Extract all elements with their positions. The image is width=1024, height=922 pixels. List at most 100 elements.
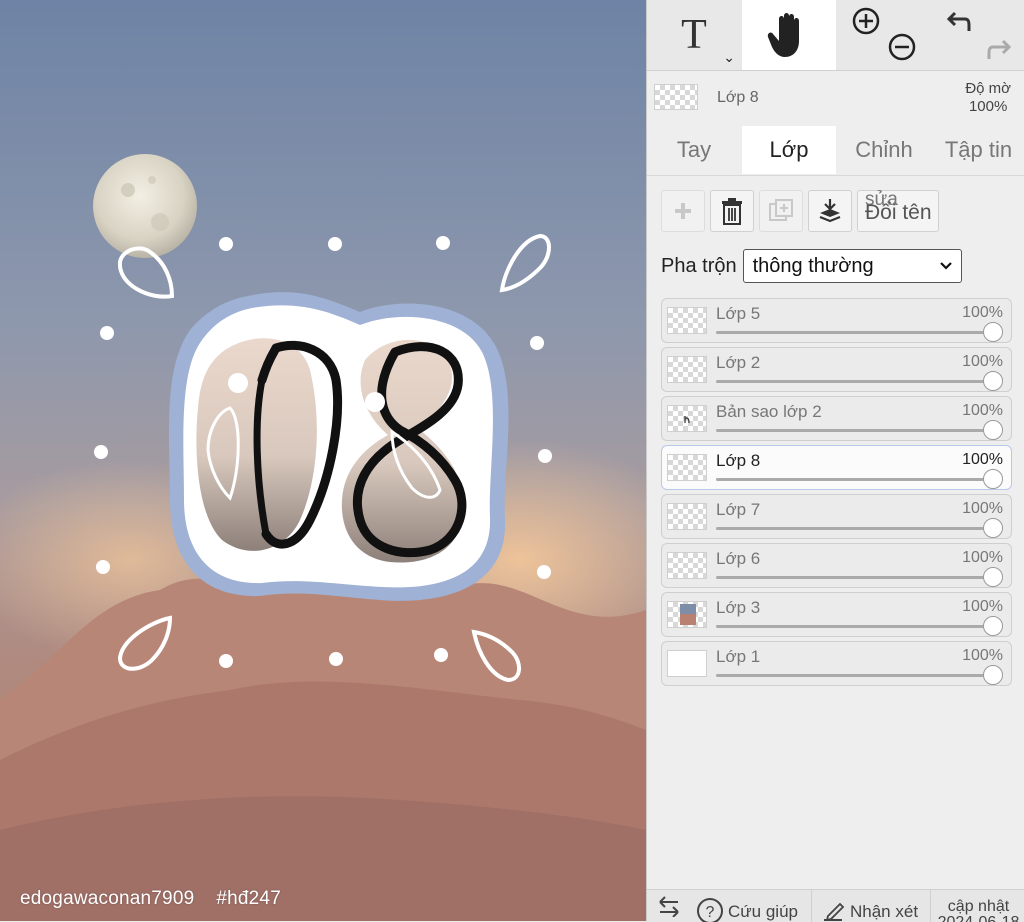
opacity-slider-track[interactable] (716, 380, 993, 383)
comment-button[interactable]: Nhận xét (811, 890, 930, 922)
layers-panel: sửa Đổi tên Pha trộn thông thường Lớp 5 … (647, 175, 1024, 890)
opacity-slider-handle[interactable] (983, 420, 1003, 440)
zoom-out-icon[interactable] (888, 33, 916, 61)
layer-name: Lớp 5 (716, 304, 761, 323)
merge-down-button[interactable] (808, 190, 852, 232)
layer-name: Lớp 2 (716, 353, 761, 372)
layer-row-selected[interactable]: Lớp 8 100% (661, 445, 1012, 490)
help-button[interactable]: ? Cứu giúp (692, 890, 810, 922)
thumbnail-mark (684, 416, 690, 424)
hand-tool-button[interactable] (742, 0, 836, 70)
zoom-in-icon[interactable] (852, 7, 880, 35)
layer-thumbnail (667, 454, 707, 481)
canvas-artwork (0, 0, 646, 921)
text-tool-button[interactable]: T ⌄ (647, 0, 741, 70)
layer-row[interactable]: Lớp 1 100% (661, 641, 1012, 686)
undo-icon[interactable] (946, 11, 970, 31)
tab-layers[interactable]: Lớp (742, 126, 836, 174)
help-label: Cứu giúp (728, 902, 798, 921)
layer-row[interactable]: Lớp 6 100% (661, 543, 1012, 588)
watermark: edogawaconan7909 #hđ247 (20, 888, 303, 910)
bottom-bar: ? Cứu giúp Nhận xét cập nhật 2024-06-18 (647, 889, 1024, 922)
duplicate-layer-button[interactable] (759, 190, 803, 232)
layer-opacity: 100% (962, 647, 1003, 664)
update-info: cập nhật 2024-06-18 (930, 890, 1024, 922)
layer-row[interactable]: Lớp 3 100% (661, 592, 1012, 637)
blend-mode-value: thông thường (752, 255, 874, 277)
rename-label: Đổi tên (865, 201, 932, 224)
thumbnail-image (680, 604, 696, 625)
layer-row[interactable]: Lớp 7 100% (661, 494, 1012, 539)
opacity-slider-handle[interactable] (983, 371, 1003, 391)
layer-name: Lớp 8 (716, 451, 761, 470)
layer-opacity: 100% (962, 353, 1003, 370)
opacity-slider-track[interactable] (716, 674, 993, 677)
blend-mode-select[interactable]: thông thường (742, 249, 962, 283)
zoom-controls (837, 0, 931, 70)
redo-icon[interactable] (987, 39, 1011, 59)
opacity-slider-track[interactable] (716, 576, 993, 579)
layer-opacity: 100% (962, 549, 1003, 566)
tool-bar: T ⌄ (647, 0, 1024, 71)
layer-thumbnail (667, 503, 707, 530)
current-layer-thumbnail (654, 84, 698, 110)
layer-opacity: 100% (962, 451, 1003, 468)
layer-thumbnail (667, 356, 707, 383)
layer-thumbnail (667, 601, 707, 628)
layer-name: Lớp 1 (716, 647, 761, 666)
opacity-slider-handle[interactable] (983, 616, 1003, 636)
opacity-slider-handle[interactable] (983, 469, 1003, 489)
help-icon: ? (697, 898, 723, 922)
drawing-canvas[interactable]: edogawaconan7909 #hđ247 (0, 0, 646, 921)
update-label: cập nhật (947, 898, 1010, 915)
opacity-slider-handle[interactable] (983, 665, 1003, 685)
blend-mode-row: Pha trộn thông thường (661, 248, 962, 284)
watermark-user: edogawaconan7909 (20, 888, 195, 909)
zoom-icons (852, 7, 916, 61)
layer-opacity: 100% (962, 500, 1003, 517)
undo-redo-icons (946, 11, 1011, 59)
opacity-slider-handle[interactable] (983, 322, 1003, 342)
layer-name: Lớp 3 (716, 598, 761, 617)
opacity-slider-handle[interactable] (983, 567, 1003, 587)
current-layer-name: Lớp 8 (717, 89, 759, 106)
comment-label: Nhận xét (850, 902, 919, 921)
blend-mode-label: Pha trộn (661, 254, 737, 277)
pencil-icon (824, 902, 845, 922)
layer-name: Lớp 6 (716, 549, 761, 568)
layer-thumbnail (667, 650, 707, 677)
opacity-slider-track[interactable] (716, 478, 993, 481)
opacity-label: Độ mờ (965, 80, 1011, 97)
layer-thumbnail (667, 307, 707, 334)
delete-layer-button[interactable] (710, 190, 754, 232)
add-layer-button[interactable] (661, 190, 705, 232)
right-panel: T ⌄ Lớp 8 Độ mờ 100% Tay Lớp Chỉnh Tập t… (646, 0, 1024, 922)
opacity-slider-track[interactable] (716, 527, 993, 530)
plus-icon (675, 203, 691, 219)
layer-opacity: 100% (962, 402, 1003, 419)
chevron-down-icon[interactable]: ⌄ (723, 50, 735, 66)
layer-row[interactable]: Lớp 5 100% (661, 298, 1012, 343)
layer-list: Lớp 5 100% Lớp 2 100% Bản sao lớp 2 100% (661, 298, 1012, 690)
opacity-value: 100% (968, 98, 1008, 115)
swap-panel-button[interactable] (647, 890, 691, 922)
layer-thumbnail (667, 405, 707, 432)
opacity-slider-track[interactable] (716, 625, 993, 628)
tab-hand[interactable]: Tay (647, 126, 741, 174)
panel-tabs: Tay Lớp Chỉnh Tập tin (647, 126, 1024, 174)
tab-file[interactable]: Tập tin (932, 126, 1024, 174)
layer-thumbnail (667, 552, 707, 579)
duplicate-icon (769, 199, 793, 221)
hand-icon (767, 13, 799, 57)
opacity-slider-track[interactable] (716, 429, 993, 432)
merge-down-icon (819, 199, 841, 223)
tab-adjust[interactable]: Chỉnh (837, 126, 931, 174)
opacity-slider-track[interactable] (716, 331, 993, 334)
current-layer-opacity[interactable]: Độ mờ 100% (965, 80, 1011, 116)
layer-opacity: 100% (962, 598, 1003, 615)
layer-row[interactable]: Bản sao lớp 2 100% (661, 396, 1012, 441)
swap-arrows-icon (659, 896, 679, 917)
layer-row[interactable]: Lớp 2 100% (661, 347, 1012, 392)
opacity-slider-handle[interactable] (983, 518, 1003, 538)
rename-layer-button[interactable]: sửa Đổi tên (857, 189, 939, 232)
